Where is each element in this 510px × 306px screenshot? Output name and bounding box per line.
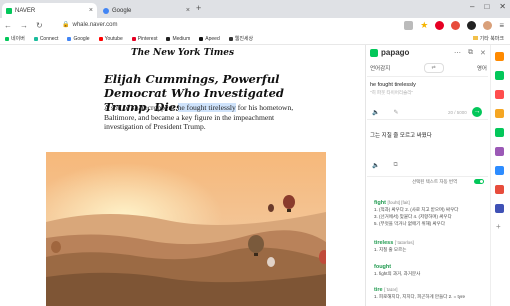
translated-text: 그는 지칠 줄 모르고 싸웠다 — [370, 133, 432, 139]
extension-dark-icon[interactable] — [467, 21, 477, 30]
url-text: whale.naver.com — [72, 22, 118, 28]
bookmark-item[interactable]: Google — [67, 35, 90, 42]
reload-icon[interactable]: ↻ — [36, 21, 43, 30]
rail-app-icon[interactable] — [495, 185, 504, 194]
back-icon[interactable]: ← — [4, 21, 12, 30]
lock-icon: 🔒 — [62, 22, 70, 28]
bookmark-item[interactable]: 웹진세상 — [228, 35, 253, 42]
folder-icon — [472, 36, 478, 40]
auto-translate-label: 선택된 텍스트 자동 번역 — [412, 179, 458, 184]
nav-buttons: ← → ↻ — [4, 21, 43, 30]
nyt-masthead-logo[interactable]: The New York Times — [0, 48, 365, 58]
article-summary: A son of sharecroppers, he fought tirele… — [104, 103, 294, 131]
source-text[interactable]: he fought tirelessly — [370, 82, 416, 88]
bookmark-item[interactable]: Medium — [166, 35, 190, 42]
rail-app-icon[interactable] — [495, 52, 504, 61]
bookmark-icon — [5, 36, 9, 41]
source-lang-select[interactable]: 언어감지 — [370, 64, 390, 72]
forward-icon[interactable]: → — [20, 21, 28, 30]
window-controls: – □ ✕ — [470, 2, 506, 11]
bookmark-icon — [98, 36, 103, 41]
bookmark-icon — [33, 36, 38, 41]
dictionary-entry: tire [ˈtaɪər] 1. 피로해지다, 지치다, 피곤하게 만들다 2.… — [374, 287, 486, 300]
bookmark-list: 네이버 Connect Google Youtube Pinterest Med… — [5, 35, 253, 42]
new-tab-button[interactable]: + — [196, 3, 201, 13]
more-icon[interactable]: ⋯ — [454, 49, 461, 57]
article-photo — [46, 152, 326, 306]
bookmark-icon — [199, 36, 204, 41]
bookmark-item[interactable]: Connect — [33, 35, 58, 42]
profile-avatar[interactable] — [483, 21, 493, 30]
swap-languages-icon[interactable]: ⇄ — [423, 63, 444, 73]
rail-papago-icon[interactable] — [495, 128, 504, 137]
dict-meaning: 3. (선거에서) 맞붙다 4. (저항하며) 싸우다 — [374, 214, 452, 219]
rail-app-icon[interactable] — [495, 109, 504, 118]
rail-app-icon[interactable] — [495, 147, 504, 156]
bookmark-icon — [131, 36, 136, 41]
address-bar[interactable]: 🔒 whale.naver.com — [62, 21, 118, 28]
dictionary-entry: fought 1. fight의 과거, 과거분사 — [374, 264, 486, 277]
rail-add-icon[interactable]: + — [496, 222, 501, 231]
language-row: 언어감지 ⇄ 영어 — [370, 62, 487, 74]
minimize-button[interactable]: – — [470, 2, 474, 11]
dictionary-entry: fight [fouht] [fait] 1. (적과) 싸우다 2. (사로 … — [374, 200, 486, 227]
selected-text[interactable]: he fought tirelessly — [177, 103, 236, 112]
star-icon[interactable]: ★ — [420, 20, 428, 31]
char-count: 20 / 5000 — [448, 110, 467, 115]
copy-icon[interactable]: ⧉ — [393, 162, 397, 169]
handwriting-icon[interactable]: ✎ — [393, 109, 398, 116]
close-tab-icon[interactable]: × — [186, 7, 190, 14]
bookmark-item[interactable]: 네이버 — [5, 35, 25, 42]
maximize-button[interactable]: □ — [484, 2, 489, 11]
translate-button[interactable]: → — [472, 107, 482, 117]
speaker-icon[interactable]: 🔈 — [372, 162, 379, 169]
bookmark-icon — [166, 36, 171, 41]
close-window-button[interactable]: ✕ — [499, 2, 506, 11]
google-favicon-icon — [103, 7, 109, 14]
rail-app-icon[interactable] — [495, 204, 504, 213]
bookmark-item[interactable]: Pinterest — [131, 35, 157, 42]
close-tab-icon[interactable]: × — [89, 7, 93, 14]
source-pronunciation: "히 파웃 타이어리슬리" — [370, 90, 413, 95]
bookmark-icon — [228, 36, 233, 41]
rail-app-icon[interactable] — [495, 166, 504, 175]
panel-header-icons: ⋯ ⧉ ✕ — [454, 49, 486, 57]
bookmark-item[interactable]: Youtube — [98, 35, 123, 42]
papago-logo-icon — [370, 48, 378, 57]
dict-meaning: 1. (적과) 싸우다 2. (사로 치고 받으며) 싸우다 — [374, 207, 459, 212]
extension-icon[interactable] — [451, 21, 461, 30]
menu-icon[interactable]: ≡ — [499, 21, 504, 30]
papago-logo: papago — [370, 48, 409, 57]
source-actions: 🔈 ✎ — [372, 109, 399, 116]
close-icon[interactable]: ✕ — [480, 49, 486, 57]
toolbar-icons: ★ ≡ — [404, 20, 504, 31]
target-actions: 🔈 ⧉ — [372, 162, 398, 169]
dict-meaning: 1. 지칠 줄 모르는 — [374, 247, 407, 252]
rail-app-icon[interactable] — [495, 71, 504, 80]
cappadocia-landscape — [46, 152, 326, 306]
dict-meaning: 5. (무엇을 막거나 없애기 위해) 싸우다 — [374, 221, 445, 226]
dict-meaning: 1. 피로해지다, 지치다, 피곤하게 만들다 2. = tyre — [374, 294, 465, 299]
dict-meaning: 1. fight의 과거, 과거분사 — [374, 271, 421, 276]
dictionary-entry: tireless [ˈtaɪərləs] 1. 지칠 줄 모르는 — [374, 240, 486, 253]
other-bookmarks[interactable]: 기타 북마크 — [472, 35, 504, 42]
tab-naver[interactable]: NAVER × — [2, 3, 97, 18]
auto-translate-toggle[interactable] — [474, 179, 484, 184]
bookmark-icon — [67, 36, 72, 41]
rail-app-icon[interactable] — [495, 90, 504, 99]
pinterest-icon[interactable] — [435, 21, 445, 30]
tab-label: NAVER — [15, 7, 36, 14]
tab-google[interactable]: Google × — [99, 3, 194, 18]
naver-favicon-icon — [6, 7, 12, 14]
tab-label: Google — [112, 7, 132, 14]
popout-icon[interactable]: ⧉ — [468, 49, 473, 57]
reader-icon[interactable] — [404, 21, 414, 30]
sidebar-rail — [490, 45, 510, 306]
target-lang-select[interactable]: 영어 — [477, 64, 487, 72]
bookmark-item[interactable]: Apeed — [199, 35, 220, 42]
speaker-icon[interactable]: 🔈 — [372, 109, 379, 116]
